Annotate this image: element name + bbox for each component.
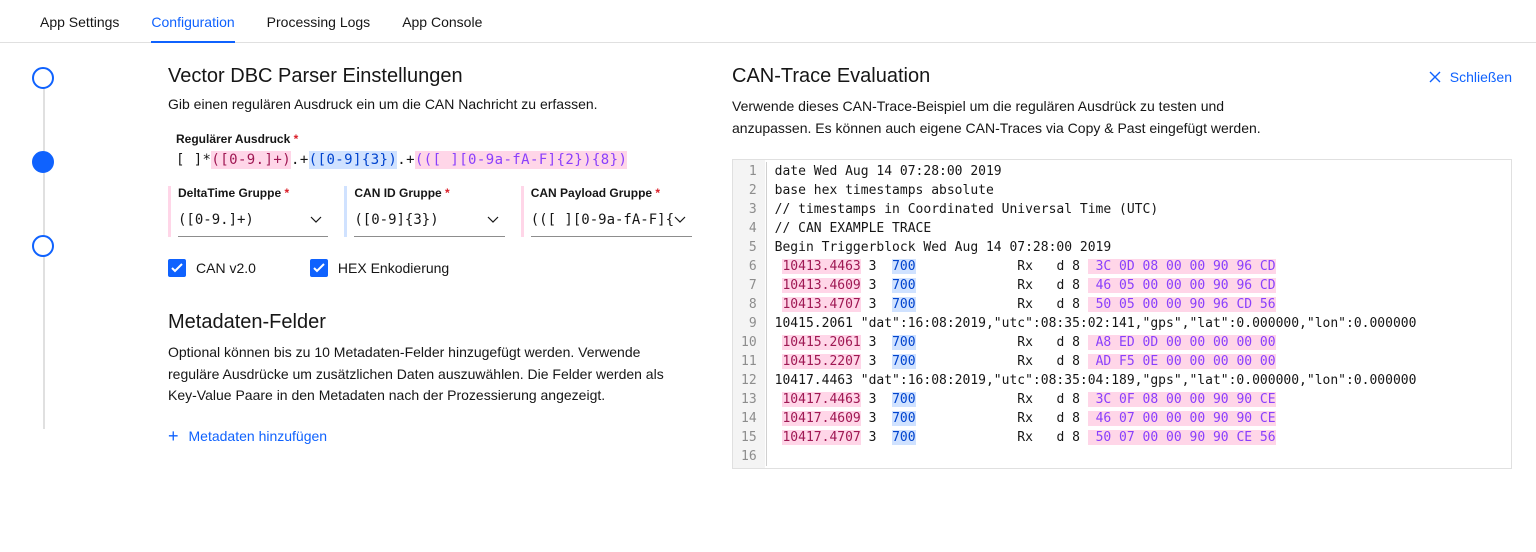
checkbox-box — [168, 259, 186, 277]
chevron-down-icon — [487, 216, 499, 224]
regex-value[interactable]: [ ]*([0-9.]+).+([0-9]{3}).+(([ ][0-9a-fA… — [176, 152, 692, 168]
tab-app-console[interactable]: App Console — [386, 0, 498, 42]
regex-label: Regulärer Ausdruck * — [176, 132, 692, 146]
step-dot-2[interactable] — [32, 151, 54, 173]
checkbox-label: HEX Enkodierung — [338, 260, 449, 276]
group-label-text: CAN Payload Gruppe — [531, 186, 652, 200]
group-label: CAN Payload Gruppe * — [531, 186, 692, 200]
regex-seg-g3: (([ ][0-9a-fA-F]{2}){8}) — [415, 151, 627, 169]
add-metadata-button[interactable]: + Metadaten hinzufügen — [168, 425, 692, 447]
group-label-text: DeltaTime Gruppe — [178, 186, 281, 200]
step-rail — [32, 65, 72, 469]
add-metadata-label: Metadaten hinzufügen — [189, 428, 328, 444]
regex-seg-sep1: .+ — [291, 152, 309, 168]
group-row: DeltaTime Gruppe * ([0-9.]+) CAN ID Grup… — [168, 186, 692, 237]
tab-configuration[interactable]: Configuration — [135, 0, 250, 42]
tab-label: App Settings — [40, 14, 119, 30]
regex-seg-g2: ([0-9]{3}) — [309, 151, 398, 169]
checkbox-can-v2[interactable]: CAN v2.0 — [168, 259, 256, 277]
regex-label-text: Regulärer Ausdruck — [176, 132, 290, 146]
tab-label: App Console — [402, 14, 482, 30]
group-select-payload[interactable]: (([ ][0-9a-fA-F]{ — [531, 206, 692, 237]
editor-code[interactable]: date Wed Aug 14 07:28:00 2019base hex ti… — [765, 160, 1417, 468]
group-label: CAN ID Gruppe * — [354, 186, 504, 200]
group-value: ([0-9]{3}) — [354, 212, 438, 228]
required-marker: * — [284, 186, 289, 200]
editor-gutter: 12345678910111213141516 — [733, 160, 765, 468]
tab-app-settings[interactable]: App Settings — [24, 0, 135, 42]
trace-desc: Verwende dieses CAN-Trace-Beispiel um di… — [732, 96, 1292, 139]
checkbox-row: CAN v2.0 HEX Enkodierung — [168, 259, 692, 277]
step-dot-1[interactable] — [32, 67, 54, 89]
regex-field[interactable]: Regulärer Ausdruck * [ ]*([0-9.]+).+([0-… — [176, 132, 692, 168]
group-deltatime: DeltaTime Gruppe * ([0-9.]+) — [168, 186, 328, 237]
group-label: DeltaTime Gruppe * — [178, 186, 328, 200]
chevron-down-icon — [310, 216, 322, 224]
plus-icon: + — [168, 427, 179, 445]
metadata-title: Metadaten-Felder — [168, 311, 692, 334]
tab-processing-logs[interactable]: Processing Logs — [251, 0, 387, 42]
regex-seg-sep2: .+ — [397, 152, 415, 168]
tab-bar: App Settings Configuration Processing Lo… — [0, 0, 1536, 43]
group-value: ([0-9.]+) — [178, 212, 254, 228]
required-marker: * — [445, 186, 450, 200]
trace-editor[interactable]: 12345678910111213141516 date Wed Aug 14 … — [732, 159, 1512, 469]
step-dot-3[interactable] — [32, 235, 54, 257]
trace-title: CAN-Trace Evaluation — [732, 65, 1428, 88]
settings-intro: Gib einen regulären Ausdruck ein um die … — [168, 96, 692, 112]
regex-seg-pre: [ ]* — [176, 152, 211, 168]
settings-title: Vector DBC Parser Einstellungen — [168, 65, 692, 88]
checkbox-hex-enc[interactable]: HEX Enkodierung — [310, 259, 449, 277]
group-label-text: CAN ID Gruppe — [354, 186, 441, 200]
close-icon — [1428, 70, 1442, 84]
required-marker: * — [294, 132, 299, 146]
chevron-down-icon — [674, 216, 686, 224]
tab-label: Processing Logs — [267, 14, 371, 30]
group-canid: CAN ID Gruppe * ([0-9]{3}) — [344, 186, 504, 237]
close-button[interactable]: Schließen — [1428, 69, 1512, 85]
group-select-deltatime[interactable]: ([0-9.]+) — [178, 206, 328, 237]
close-label: Schließen — [1450, 69, 1512, 85]
checkbox-label: CAN v2.0 — [196, 260, 256, 276]
tab-label: Configuration — [151, 14, 234, 30]
metadata-desc: Optional können bis zu 10 Metadaten-Feld… — [168, 342, 692, 407]
required-marker: * — [655, 186, 660, 200]
regex-seg-g1: ([0-9.]+) — [211, 151, 291, 169]
group-value: (([ ][0-9a-fA-F]{ — [531, 212, 674, 228]
group-payload: CAN Payload Gruppe * (([ ][0-9a-fA-F]{ — [521, 186, 692, 237]
group-select-canid[interactable]: ([0-9]{3}) — [354, 206, 504, 237]
checkbox-box — [310, 259, 328, 277]
